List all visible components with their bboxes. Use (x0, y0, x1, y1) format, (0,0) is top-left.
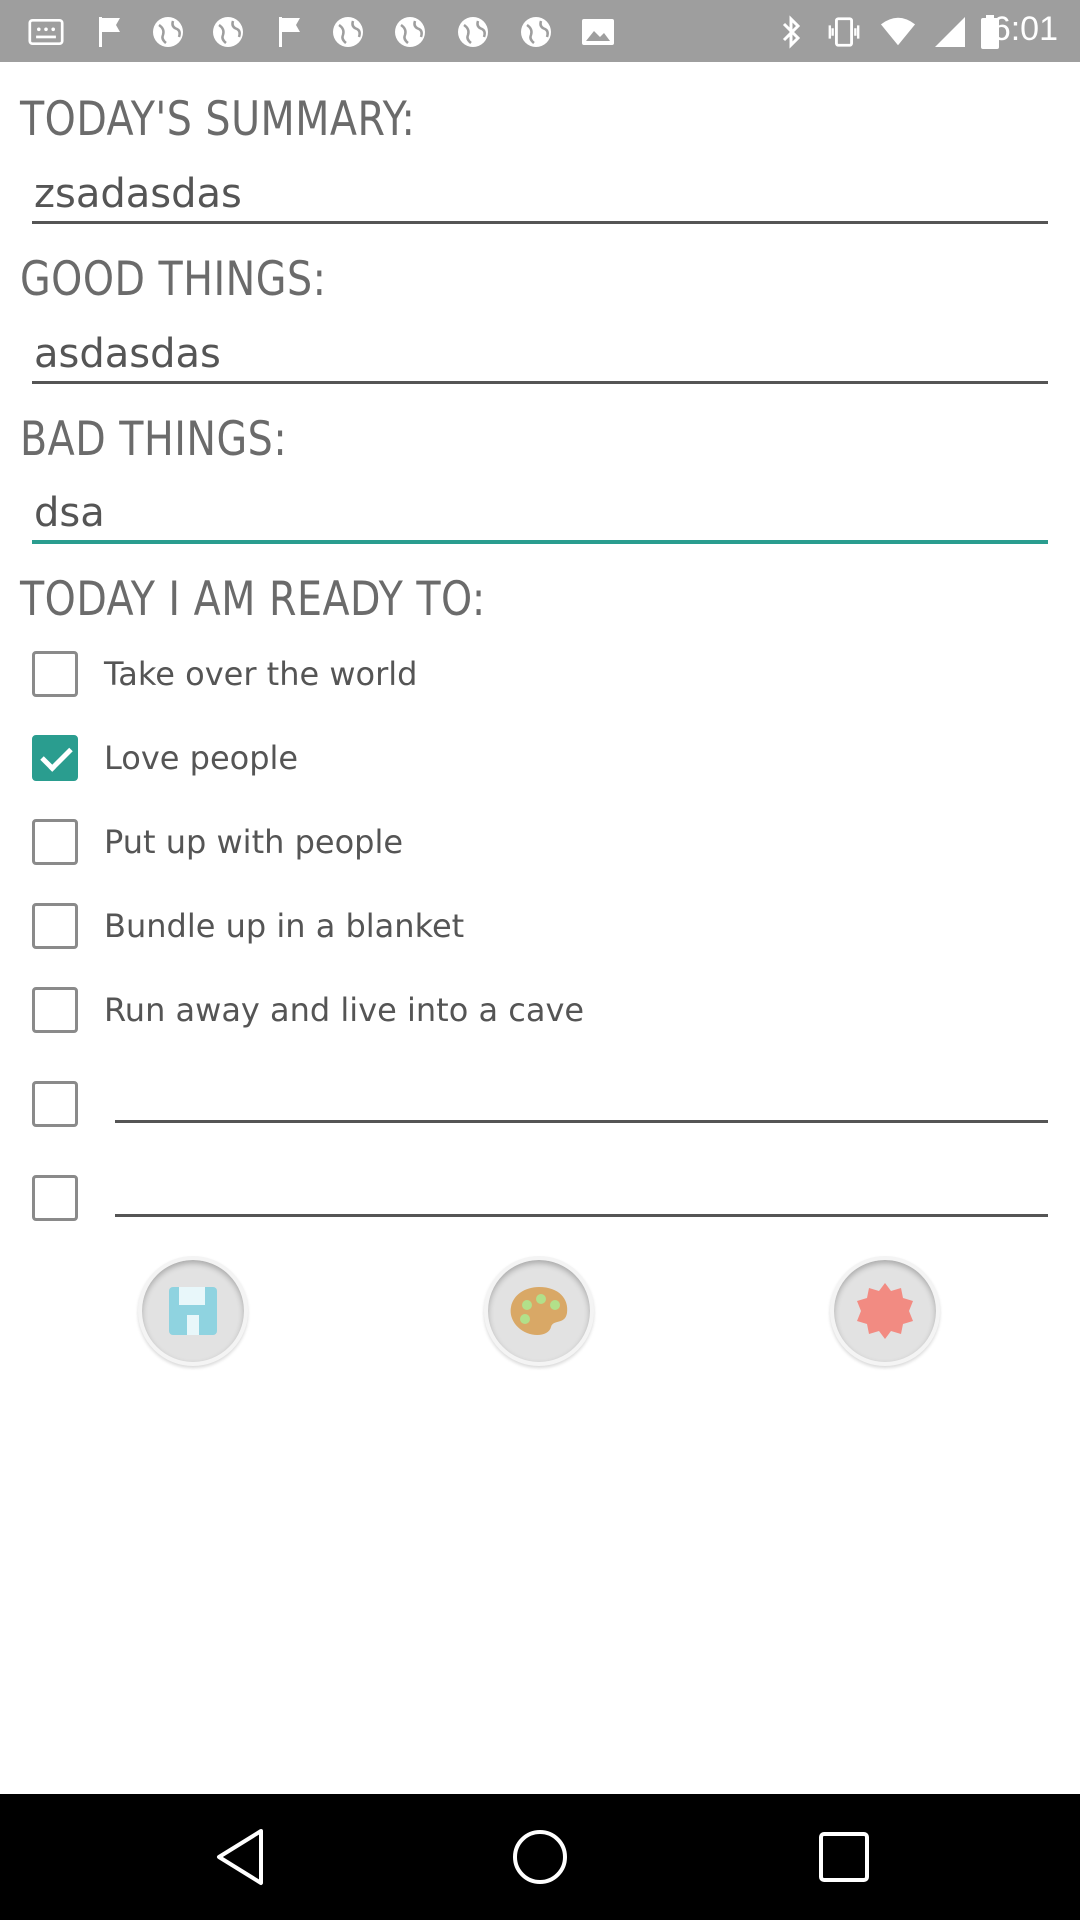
globe-icon (210, 14, 246, 50)
bad-things-field[interactable] (32, 478, 1048, 544)
globe-icon (330, 14, 366, 50)
option-label: Put up with people (104, 823, 404, 861)
option-label: Take over the world (104, 655, 418, 693)
flag-icon (92, 14, 128, 50)
badge-button[interactable] (830, 1256, 940, 1366)
globe-icon (150, 14, 186, 50)
option-love-people[interactable]: Love people (32, 728, 298, 788)
summary-label: TODAY'S SUMMARY: (20, 92, 416, 148)
option-bundle-up[interactable]: Bundle up in a blanket (32, 896, 464, 956)
checkbox[interactable] (32, 1175, 78, 1221)
option-take-over-world[interactable]: Take over the world (32, 644, 417, 704)
checkbox[interactable] (32, 903, 78, 949)
signal-icon (932, 14, 968, 50)
good-things-label: GOOD THINGS: (20, 252, 327, 308)
status-bar: 6:01 (0, 0, 1080, 62)
theme-button[interactable] (484, 1256, 594, 1366)
vibrate-icon (826, 14, 862, 50)
custom-option-2-input[interactable] (115, 1214, 1048, 1217)
checkbox[interactable] (32, 651, 78, 697)
option-run-away[interactable]: Run away and live into a cave (32, 980, 584, 1040)
home-icon[interactable] (510, 1827, 570, 1887)
checkbox[interactable] (32, 1081, 78, 1127)
checkbox-checked[interactable] (32, 735, 78, 781)
custom-option-1-input[interactable] (115, 1120, 1048, 1123)
custom-option-1[interactable] (32, 1074, 78, 1134)
option-label: Love people (104, 739, 299, 777)
checkbox[interactable] (32, 819, 78, 865)
navigation-bar (0, 1794, 1080, 1920)
option-put-up-with-people[interactable]: Put up with people (32, 812, 403, 872)
bad-things-input[interactable] (32, 490, 1048, 536)
clock: 6:01 (991, 10, 1058, 48)
option-label: Bundle up in a blanket (104, 907, 465, 945)
badge-icon (857, 1283, 913, 1339)
good-things-input[interactable] (32, 331, 1048, 377)
back-icon[interactable] (210, 1827, 270, 1887)
bluetooth-icon (774, 14, 810, 50)
option-label: Run away and live into a cave (104, 991, 585, 1029)
bad-things-label: BAD THINGS: (20, 412, 288, 468)
globe-icon (392, 14, 428, 50)
custom-option-2[interactable] (32, 1168, 78, 1228)
good-things-field[interactable] (32, 318, 1048, 384)
recents-icon[interactable] (814, 1827, 874, 1887)
wifi-icon (880, 14, 916, 50)
globe-icon (518, 14, 554, 50)
save-button[interactable] (138, 1256, 248, 1366)
flag-icon (272, 14, 308, 50)
checkbox[interactable] (32, 987, 78, 1033)
notification-icon (28, 14, 64, 50)
ready-label: TODAY I AM READY TO: (20, 572, 486, 628)
palette-icon (510, 1287, 568, 1335)
summary-field[interactable] (32, 158, 1048, 224)
save-icon (169, 1287, 217, 1335)
globe-icon (455, 14, 491, 50)
image-icon (580, 14, 616, 50)
summary-input[interactable] (32, 171, 1048, 217)
